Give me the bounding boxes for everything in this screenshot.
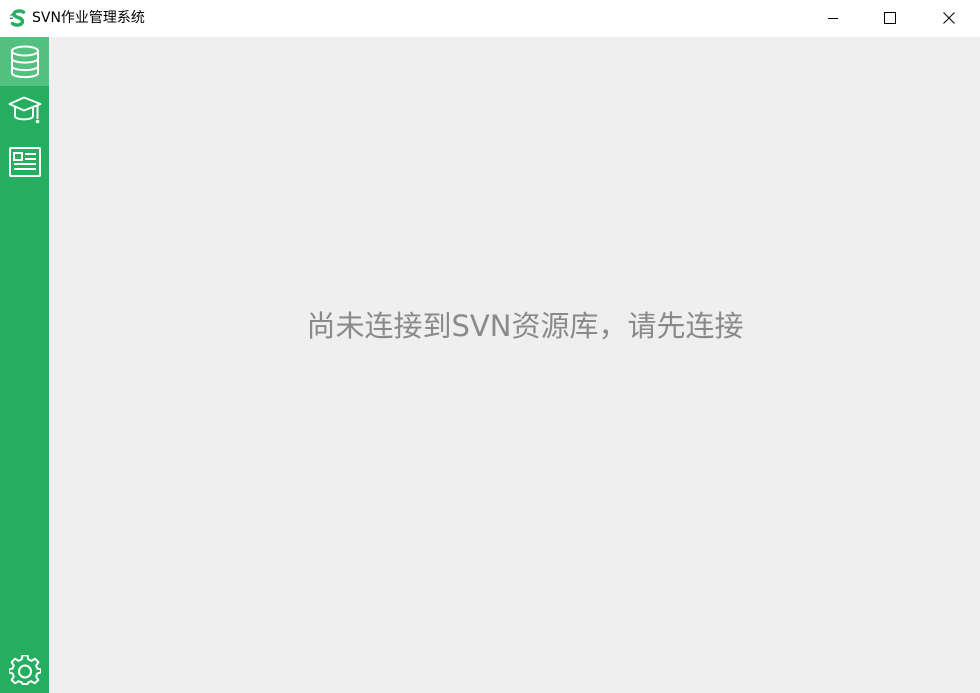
maximize-button[interactable] — [861, 0, 919, 37]
sidebar-item-repository[interactable] — [0, 37, 49, 86]
sidebar-item-course[interactable] — [0, 86, 49, 135]
minimize-button[interactable] — [804, 0, 862, 37]
close-icon — [943, 9, 955, 28]
sidebar — [0, 37, 49, 693]
window-title: SVN作业管理系统 — [32, 10, 145, 26]
gear-icon — [8, 654, 41, 687]
settings-button[interactable] — [0, 646, 49, 693]
title-bar: SVN作业管理系统 — [0, 0, 980, 37]
close-button[interactable] — [920, 0, 978, 37]
svn-logo-icon — [9, 9, 27, 28]
document-icon — [8, 146, 41, 177]
not-connected-message: 尚未连接到SVN资源库，请先连接 — [306, 309, 744, 343]
sidebar-item-homework[interactable] — [0, 137, 49, 186]
main-content: 尚未连接到SVN资源库，请先连接 — [49, 37, 980, 693]
minimize-icon — [827, 9, 839, 28]
maximize-icon — [884, 9, 896, 28]
database-icon — [10, 45, 40, 79]
graduation-cap-icon — [8, 95, 42, 127]
